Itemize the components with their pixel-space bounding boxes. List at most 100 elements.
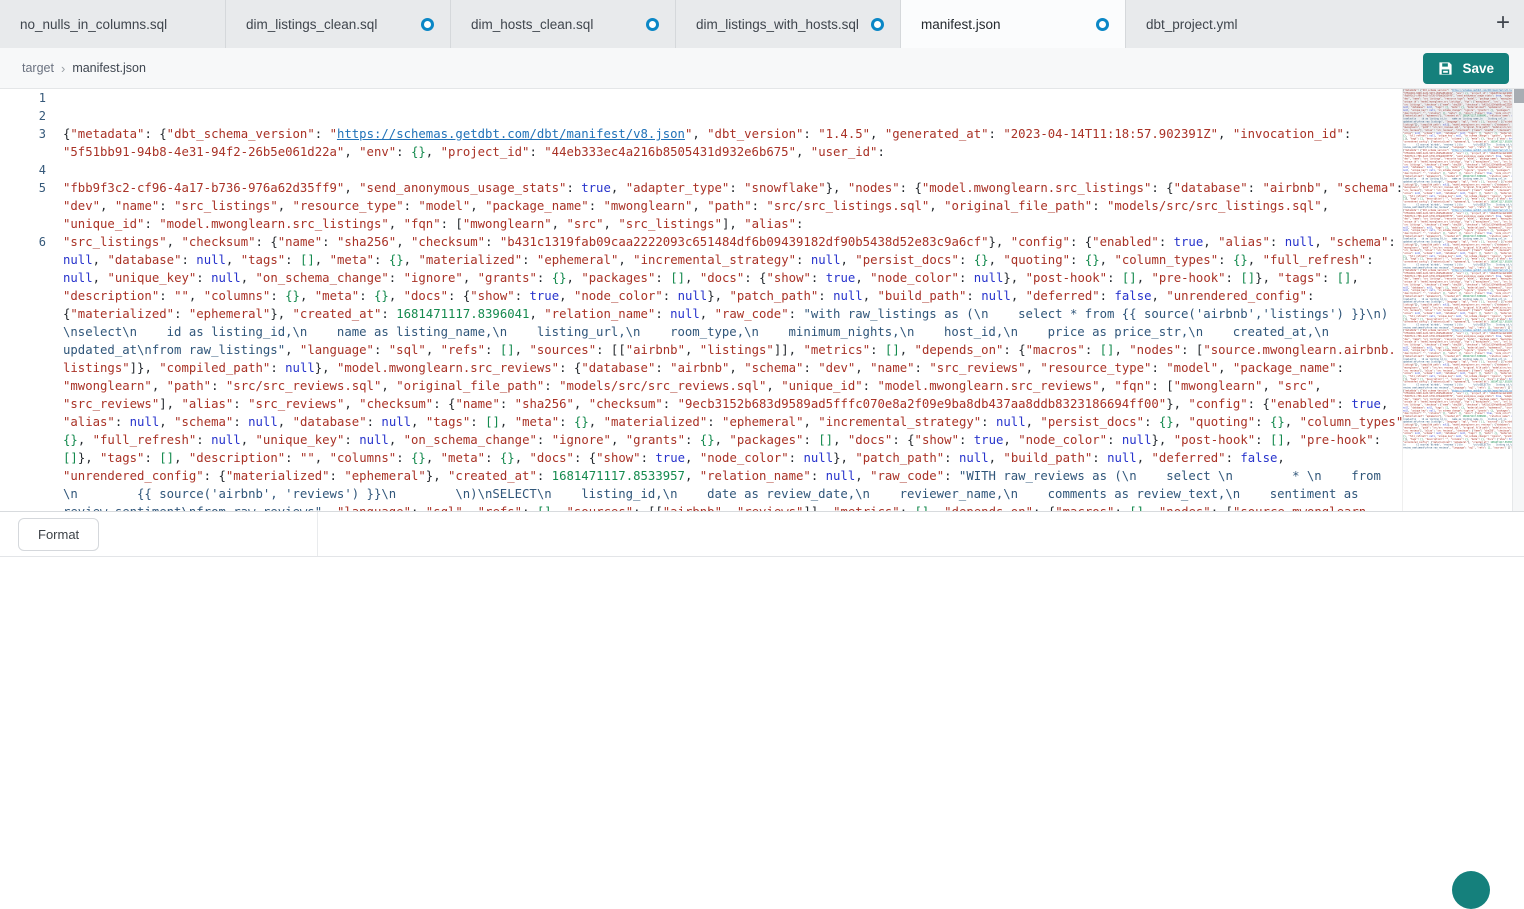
code-line[interactable]: review_sentiment\nfrom raw_reviews", "la…: [0, 503, 1402, 511]
code-line-text: review_sentiment\nfrom raw_reviews", "la…: [46, 503, 1402, 511]
new-tab-button[interactable]: +: [1488, 8, 1518, 38]
code-line[interactable]: null, "database": null, "tags": [], "met…: [0, 251, 1402, 269]
code-line[interactable]: "mwonglearn", "path": "src/src_reviews.s…: [0, 377, 1402, 395]
line-number: [0, 413, 46, 431]
code-line[interactable]: "unique_id": "model.mwonglearn.src_listi…: [0, 215, 1402, 233]
line-number: [0, 197, 46, 215]
results-panel-empty: [0, 557, 1524, 875]
code-line[interactable]: 4: [0, 161, 1402, 179]
code-line-text: "unique_id": "model.mwonglearn.src_listi…: [46, 215, 1402, 233]
code-line-text: "alias": null, "schema": null, "database…: [46, 413, 1402, 431]
tab-label: dim_listings_with_hosts.sql: [696, 17, 859, 32]
code-line-text: \nselect\n id as listing_id,\n name as l…: [46, 323, 1402, 341]
tab-dim_listings_with_hosts.sql[interactable]: dim_listings_with_hosts.sql: [675, 0, 900, 48]
line-number: [0, 305, 46, 323]
tab-label: manifest.json: [921, 17, 1001, 32]
unsaved-indicator-dot[interactable]: [421, 18, 434, 31]
chevron-right-icon: ›: [61, 61, 65, 76]
code-line-text: listings"]}, "compiled_path": null}, "mo…: [46, 359, 1402, 377]
code-line[interactable]: []}, "tags": [], "description": "", "col…: [0, 449, 1402, 467]
code-line-text: "fbb9f3c2-cf96-4a17-b736-976a62d35ff9", …: [46, 179, 1402, 197]
code-line-text: "dev", "name": "src_listings", "resource…: [46, 197, 1402, 215]
floppy-icon: [1438, 61, 1453, 76]
unsaved-indicator-dot[interactable]: [646, 18, 659, 31]
line-number: 1: [0, 89, 46, 107]
minimap-viewport[interactable]: [1403, 89, 1512, 133]
line-number: [0, 215, 46, 233]
line-number: [0, 449, 46, 467]
unsaved-indicator-dot[interactable]: [871, 18, 884, 31]
code-line[interactable]: listings"]}, "compiled_path": null}, "mo…: [0, 359, 1402, 377]
tab-label: dim_hosts_clean.sql: [471, 17, 593, 32]
code-line-text: "mwonglearn", "path": "src/src_reviews.s…: [46, 377, 1402, 395]
code-line[interactable]: "dev", "name": "src_listings", "resource…: [0, 197, 1402, 215]
save-button[interactable]: Save: [1423, 53, 1509, 84]
panel-divider: [317, 512, 318, 556]
tab-manifest.json[interactable]: manifest.json: [900, 0, 1125, 48]
tab-bar: no_nulls_in_columns.sqldim_listings_clea…: [0, 0, 1524, 48]
scrollbar-thumb[interactable]: [1514, 89, 1524, 103]
code-pane[interactable]: 123{"metadata": {"dbt_schema_version": "…: [0, 89, 1402, 511]
vertical-scrollbar[interactable]: [1512, 89, 1524, 511]
code-line[interactable]: null, "unique_key": null, "on_schema_cha…: [0, 269, 1402, 287]
code-line[interactable]: "alias": null, "schema": null, "database…: [0, 413, 1402, 431]
code-line[interactable]: "src_reviews"], "alias": "src_reviews", …: [0, 395, 1402, 413]
line-number: [0, 269, 46, 287]
minimap[interactable]: {"metadata": {"dbt_schema_version": "htt…: [1402, 89, 1512, 511]
code-line[interactable]: 3{"metadata": {"dbt_schema_version": "ht…: [0, 125, 1402, 143]
line-number: 5: [0, 179, 46, 197]
code-line[interactable]: "description": "", "columns": {}, "meta"…: [0, 287, 1402, 305]
code-line-text: [46, 107, 1402, 125]
tab-dim_listings_clean.sql[interactable]: dim_listings_clean.sql: [225, 0, 450, 48]
code-line-text: \n {{ source('airbnb', 'reviews') }}\n \…: [46, 485, 1402, 503]
line-number: 2: [0, 107, 46, 125]
tab-dim_hosts_clean.sql[interactable]: dim_hosts_clean.sql: [450, 0, 675, 48]
code-editor: 123{"metadata": {"dbt_schema_version": "…: [0, 89, 1524, 511]
code-line-text: {}, "full_refresh": null, "unique_key": …: [46, 431, 1402, 449]
line-number: [0, 143, 46, 161]
tab-dbt_project.yml[interactable]: dbt_project.yml: [1125, 0, 1350, 48]
code-line-text: []}, "tags": [], "description": "", "col…: [46, 449, 1402, 467]
breadcrumb-target[interactable]: target: [22, 61, 54, 75]
code-line-text: {"metadata": {"dbt_schema_version": "htt…: [46, 125, 1402, 143]
code-line[interactable]: 5"fbb9f3c2-cf96-4a17-b736-976a62d35ff9",…: [0, 179, 1402, 197]
bottom-panel: Format: [0, 511, 1524, 557]
breadcrumb-bar: target › manifest.json Save: [0, 48, 1524, 89]
code-line-text: null, "unique_key": null, "on_schema_cha…: [46, 269, 1402, 287]
code-line-text: "unrendered_config": {"materialized": "e…: [46, 467, 1402, 485]
line-number: [0, 377, 46, 395]
code-line[interactable]: {}, "full_refresh": null, "unique_key": …: [0, 431, 1402, 449]
code-line-text: "description": "", "columns": {}, "meta"…: [46, 287, 1402, 305]
line-number: [0, 341, 46, 359]
line-number: 6: [0, 233, 46, 251]
line-number: [0, 251, 46, 269]
code-line[interactable]: \nselect\n id as listing_id,\n name as l…: [0, 323, 1402, 341]
code-line[interactable]: \n {{ source('airbnb', 'reviews') }}\n \…: [0, 485, 1402, 503]
code-line[interactable]: "unrendered_config": {"materialized": "e…: [0, 467, 1402, 485]
line-number: [0, 485, 46, 503]
minimap-content: {"metadata": {"dbt_schema_version": "htt…: [1403, 89, 1512, 449]
code-line[interactable]: updated_at\nfrom raw_listings", "languag…: [0, 341, 1402, 359]
line-number: [0, 287, 46, 305]
line-number: [0, 359, 46, 377]
tab-no_nulls_in_columns.sql[interactable]: no_nulls_in_columns.sql: [0, 0, 225, 48]
line-number: [0, 467, 46, 485]
format-button[interactable]: Format: [18, 518, 99, 551]
code-line-text: updated_at\nfrom raw_listings", "languag…: [46, 341, 1402, 359]
line-number: 3: [0, 125, 46, 143]
line-number: [0, 395, 46, 413]
line-number: [0, 323, 46, 341]
breadcrumb-file: manifest.json: [72, 61, 146, 75]
code-line[interactable]: 6"src_listings", "checksum": {"name": "s…: [0, 233, 1402, 251]
code-line[interactable]: "5f51bb91-94b8-4e31-94f2-26b5e061d22a", …: [0, 143, 1402, 161]
code-line-text: null, "database": null, "tags": [], "met…: [46, 251, 1402, 269]
code-line-text: {"materialized": "ephemeral"}, "created_…: [46, 305, 1402, 323]
help-button[interactable]: [1452, 871, 1490, 909]
unsaved-indicator-dot[interactable]: [1096, 18, 1109, 31]
code-line[interactable]: 2: [0, 107, 1402, 125]
code-line-text: [46, 161, 1402, 179]
code-line[interactable]: 1: [0, 89, 1402, 107]
code-line-text: "5f51bb91-94b8-4e31-94f2-26b5e061d22a", …: [46, 143, 1402, 161]
code-line[interactable]: {"materialized": "ephemeral"}, "created_…: [0, 305, 1402, 323]
code-line-text: [46, 89, 1402, 107]
